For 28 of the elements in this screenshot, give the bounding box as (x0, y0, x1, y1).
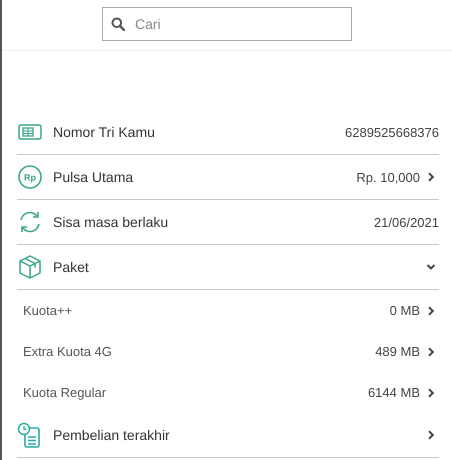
row-value: 21/06/2021 (374, 214, 439, 230)
row-label: Pulsa Utama (53, 169, 134, 185)
package-icon (17, 254, 43, 280)
chevron-icon (426, 346, 436, 356)
row-value: Rp. 10,000 (356, 170, 420, 184)
package-name: Extra Kuota 4G (23, 344, 113, 359)
row-label: Pembelian terakhir (53, 427, 171, 443)
row-label: Sisa masa berlaku (53, 214, 170, 230)
package-name: Kuota++ (23, 303, 74, 318)
menu-row[interactable]: Rp Pulsa Utama Rp. 10,000 (17, 155, 439, 200)
package-row[interactable]: Kuota Regular 6144 MB (17, 372, 439, 413)
package-row[interactable]: Kuota++ 0 MB (17, 290, 439, 331)
menu-row[interactable]: Pembelian terakhir (17, 413, 439, 458)
row-label: Nomor Tri Kamu (53, 124, 156, 140)
search-field[interactable]: Cari (102, 7, 352, 41)
rupiah-coin-icon: Rp (17, 164, 43, 190)
package-value: 0 MB (390, 303, 420, 318)
row-value: 6289525668376 (345, 124, 439, 140)
menu-row[interactable]: Paket (17, 245, 439, 290)
clock-document-icon (17, 422, 43, 448)
search-icon (111, 17, 125, 31)
package-value: 6144 MB (368, 385, 420, 400)
chevron-icon (426, 306, 436, 316)
package-name: Kuota Regular (23, 385, 108, 400)
package-row[interactable]: Extra Kuota 4G 489 MB (17, 331, 439, 372)
row-label: Paket (53, 259, 90, 275)
package-value: 489 MB (375, 344, 420, 359)
chevron-icon (426, 388, 436, 398)
